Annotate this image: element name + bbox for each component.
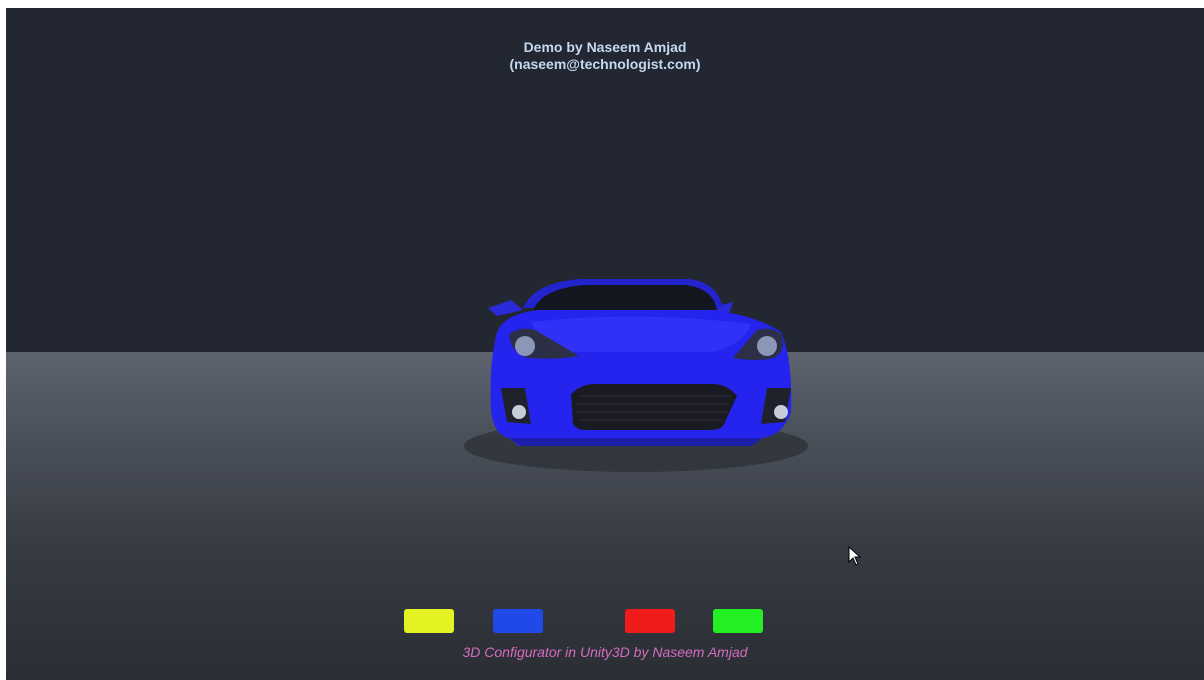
credit-email: (naseem@technologist.com) xyxy=(509,56,701,72)
right-headlight-lens xyxy=(757,336,777,356)
color-swatch-bar xyxy=(6,609,1204,634)
yellow-color-button[interactable] xyxy=(404,609,454,633)
red-color-button[interactable] xyxy=(625,609,675,633)
demo-credit: Demo by Naseem Amjad (naseem@technologis… xyxy=(6,39,1204,73)
footer-caption: 3D Configurator in Unity3D by Naseem Amj… xyxy=(462,644,748,660)
left-mirror xyxy=(488,300,523,316)
green-color-button[interactable] xyxy=(713,609,763,633)
mouse-pointer-icon xyxy=(848,546,862,566)
front-lip xyxy=(509,438,763,446)
credit-title: Demo by Naseem Amjad xyxy=(523,39,687,55)
right-fog-light xyxy=(774,405,788,419)
hood-highlight xyxy=(531,316,751,352)
left-headlight-lens xyxy=(515,336,535,356)
car-model[interactable] xyxy=(461,270,811,480)
blue-color-button[interactable] xyxy=(493,609,543,633)
unity-viewport[interactable]: Demo by Naseem Amjad (naseem@technologis… xyxy=(6,8,1204,680)
left-fog-light xyxy=(512,405,526,419)
front-grille xyxy=(571,384,737,430)
